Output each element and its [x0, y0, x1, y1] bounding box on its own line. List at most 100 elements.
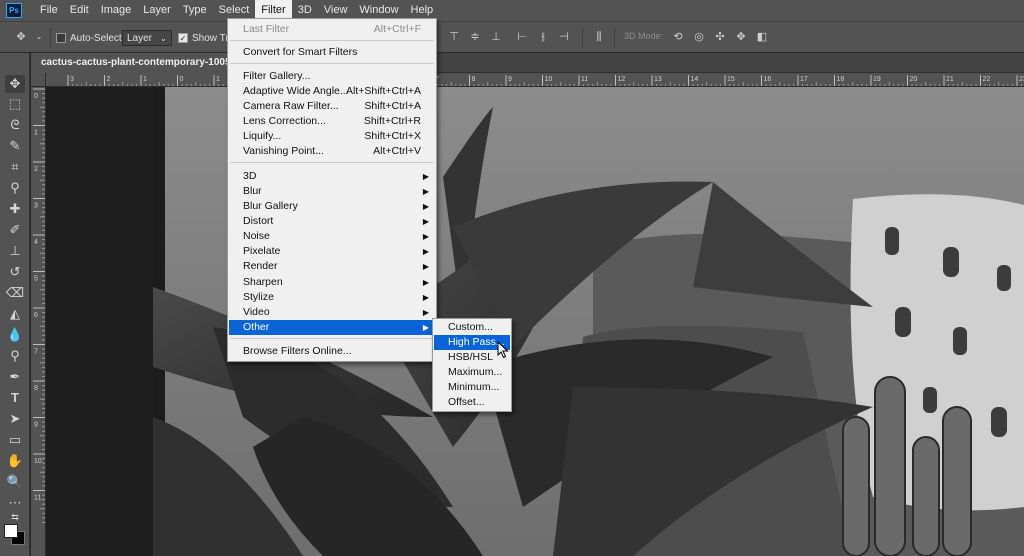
- eyedropper-tool-icon[interactable]: ⚲: [5, 179, 25, 197]
- ruler-label: 1: [143, 76, 147, 83]
- blur-tool-icon[interactable]: 💧: [5, 326, 25, 344]
- ruler-label: 12: [618, 76, 626, 83]
- menu-layer[interactable]: Layer: [137, 0, 177, 21]
- crop-tool-icon[interactable]: ⌗: [5, 158, 25, 176]
- drag-3d-icon[interactable]: ✣: [713, 31, 727, 43]
- filter-render[interactable]: Render ▶: [229, 259, 435, 274]
- menu-type[interactable]: Type: [177, 0, 213, 21]
- dodge-tool-icon[interactable]: ⚲: [5, 347, 25, 365]
- distribute-icon[interactable]: ⫼: [592, 31, 606, 43]
- submenu-arrow-icon: ▶: [422, 278, 429, 287]
- auto-select-target[interactable]: Layer ⌄: [122, 30, 172, 46]
- roll-3d-icon[interactable]: ◎: [692, 31, 706, 43]
- hand-tool-icon[interactable]: ✋: [5, 452, 25, 470]
- history-brush-tool-icon[interactable]: ↺: [5, 263, 25, 281]
- move-tool-preset-icon[interactable]: ✥: [14, 31, 28, 43]
- filter-lens-correction[interactable]: Lens Correction... Shift+Ctrl+R: [229, 114, 435, 129]
- filter-video-label: Video: [243, 306, 270, 318]
- chevron-down-icon[interactable]: ⌄: [32, 31, 46, 43]
- filter-browse-online[interactable]: Browse Filters Online...: [229, 344, 435, 359]
- ruler-label: 11: [581, 76, 588, 83]
- filter-blur-gallery[interactable]: Blur Gallery ▶: [229, 199, 435, 214]
- ruler-label: 22: [983, 76, 991, 83]
- filter-3d[interactable]: 3D ▶: [229, 169, 435, 184]
- filter-browse-online-label: Browse Filters Online...: [243, 345, 352, 357]
- ruler-label: 19: [873, 76, 881, 83]
- ruler-label: 21: [946, 76, 954, 83]
- auto-select-target-value: Layer: [127, 32, 153, 44]
- menu-image[interactable]: Image: [95, 0, 138, 21]
- filter-liquify[interactable]: Liquify... Shift+Ctrl+X: [229, 129, 435, 144]
- ruler-origin[interactable]: [31, 73, 46, 87]
- healing-brush-tool-icon[interactable]: ✚: [5, 200, 25, 218]
- ruler-label: 4: [34, 239, 38, 246]
- align-bottom-icon[interactable]: ⊥: [489, 31, 503, 43]
- more-tools-icon[interactable]: ⋯: [5, 494, 25, 512]
- zoom-tool-icon[interactable]: 🔍: [5, 473, 25, 491]
- auto-select-option[interactable]: Auto-Select:: [56, 30, 124, 46]
- filter-adaptive-wide-angle[interactable]: Adaptive Wide Angle... Alt+Shift+Ctrl+A: [229, 84, 435, 99]
- show-transform-checkbox[interactable]: ✓: [178, 33, 188, 43]
- scale-3d-icon[interactable]: ◧: [755, 31, 769, 43]
- rectangle-tool-icon[interactable]: ▭: [5, 431, 25, 449]
- horizontal-ruler[interactable]: 3210123456789101112131415161718192021222…: [46, 73, 1024, 87]
- filter-distort[interactable]: Distort ▶: [229, 214, 435, 229]
- submenu-arrow-icon: ▶: [422, 262, 429, 271]
- quick-selection-tool-icon[interactable]: ✎: [5, 137, 25, 155]
- ruler-label: 9: [508, 76, 512, 83]
- filter-noise[interactable]: Noise ▶: [229, 229, 435, 244]
- menu-edit[interactable]: Edit: [64, 0, 95, 21]
- other-custom[interactable]: Custom...: [434, 320, 510, 335]
- lasso-tool-icon[interactable]: ᘓ: [5, 116, 25, 134]
- other-maximum[interactable]: Maximum...: [434, 365, 510, 380]
- auto-select-target-dropdown[interactable]: Layer ⌄: [122, 30, 172, 46]
- ruler-label: 11: [34, 495, 41, 502]
- filter-sharpen[interactable]: Sharpen ▶: [229, 275, 435, 290]
- menu-file[interactable]: File: [34, 0, 64, 21]
- slide-3d-icon[interactable]: ✥: [734, 31, 748, 43]
- filter-pixelate[interactable]: Pixelate ▶: [229, 244, 435, 259]
- align-left-icon[interactable]: ⊢: [515, 31, 529, 43]
- filter-last-filter[interactable]: Last Filter Alt+Ctrl+F: [229, 22, 435, 37]
- marquee-tool-icon[interactable]: ⬚: [5, 95, 25, 113]
- align-right-icon[interactable]: ⊣: [557, 31, 571, 43]
- other-minimum[interactable]: Minimum...: [434, 380, 510, 395]
- filter-liquify-label: Liquify...: [243, 130, 282, 142]
- other-offset[interactable]: Offset...: [434, 395, 510, 410]
- align-horizontal-center-icon[interactable]: ⫲: [536, 31, 550, 43]
- filter-vanishing-point[interactable]: Vanishing Point... Alt+Ctrl+V: [229, 144, 435, 159]
- other-submenu: Custom... High Pass... HSB/HSL Maximum..…: [432, 318, 512, 412]
- filter-3d-label: 3D: [243, 170, 257, 182]
- submenu-arrow-icon: ▶: [422, 308, 429, 317]
- submenu-arrow-icon: ▶: [422, 187, 429, 196]
- align-top-icon[interactable]: ⊤: [447, 31, 461, 43]
- filter-sharpen-label: Sharpen: [243, 276, 283, 288]
- tools-panel: ✥ ⬚ ᘓ ✎ ⌗ ⚲ ✚ ✐ ⊥ ↺ ⌫ ◭ 💧 ⚲ ✒ T ➤ ▭ ✋ 🔍 …: [0, 53, 30, 556]
- paint-bucket-tool-icon[interactable]: ◭: [5, 305, 25, 323]
- filter-blur[interactable]: Blur ▶: [229, 184, 435, 199]
- photoshop-logo[interactable]: Ps: [6, 3, 22, 18]
- swap-colors-icon[interactable]: ⇆: [5, 511, 25, 523]
- filter-stylize[interactable]: Stylize ▶: [229, 290, 435, 305]
- show-transform-option[interactable]: ✓ Show Tra: [178, 30, 234, 46]
- filter-other[interactable]: Other ▶: [229, 320, 435, 335]
- ruler-label: 8: [472, 76, 476, 83]
- ruler-label: 1: [34, 130, 38, 137]
- auto-select-checkbox[interactable]: [56, 33, 66, 43]
- filter-convert-smart-filters[interactable]: Convert for Smart Filters: [229, 45, 435, 60]
- foreground-color-swatch[interactable]: [4, 524, 18, 538]
- eraser-tool-icon[interactable]: ⌫: [5, 284, 25, 302]
- auto-select-label: Auto-Select:: [70, 32, 125, 44]
- pen-tool-icon[interactable]: ✒: [5, 368, 25, 386]
- filter-video[interactable]: Video ▶: [229, 305, 435, 320]
- filter-gallery[interactable]: Filter Gallery...: [229, 69, 435, 84]
- vertical-ruler[interactable]: 0 1 2 3 4 5 6 7 8 9 10 11: [31, 87, 46, 556]
- orbit-3d-icon[interactable]: ⟲: [671, 31, 685, 43]
- path-selection-tool-icon[interactable]: ➤: [5, 410, 25, 428]
- move-tool-icon[interactable]: ✥: [5, 75, 25, 93]
- brush-tool-icon[interactable]: ✐: [5, 221, 25, 239]
- filter-camera-raw[interactable]: Camera Raw Filter... Shift+Ctrl+A: [229, 99, 435, 114]
- clone-stamp-tool-icon[interactable]: ⊥: [5, 242, 25, 260]
- align-vertical-center-icon[interactable]: ≑: [468, 31, 482, 43]
- type-tool-icon[interactable]: T: [5, 389, 25, 407]
